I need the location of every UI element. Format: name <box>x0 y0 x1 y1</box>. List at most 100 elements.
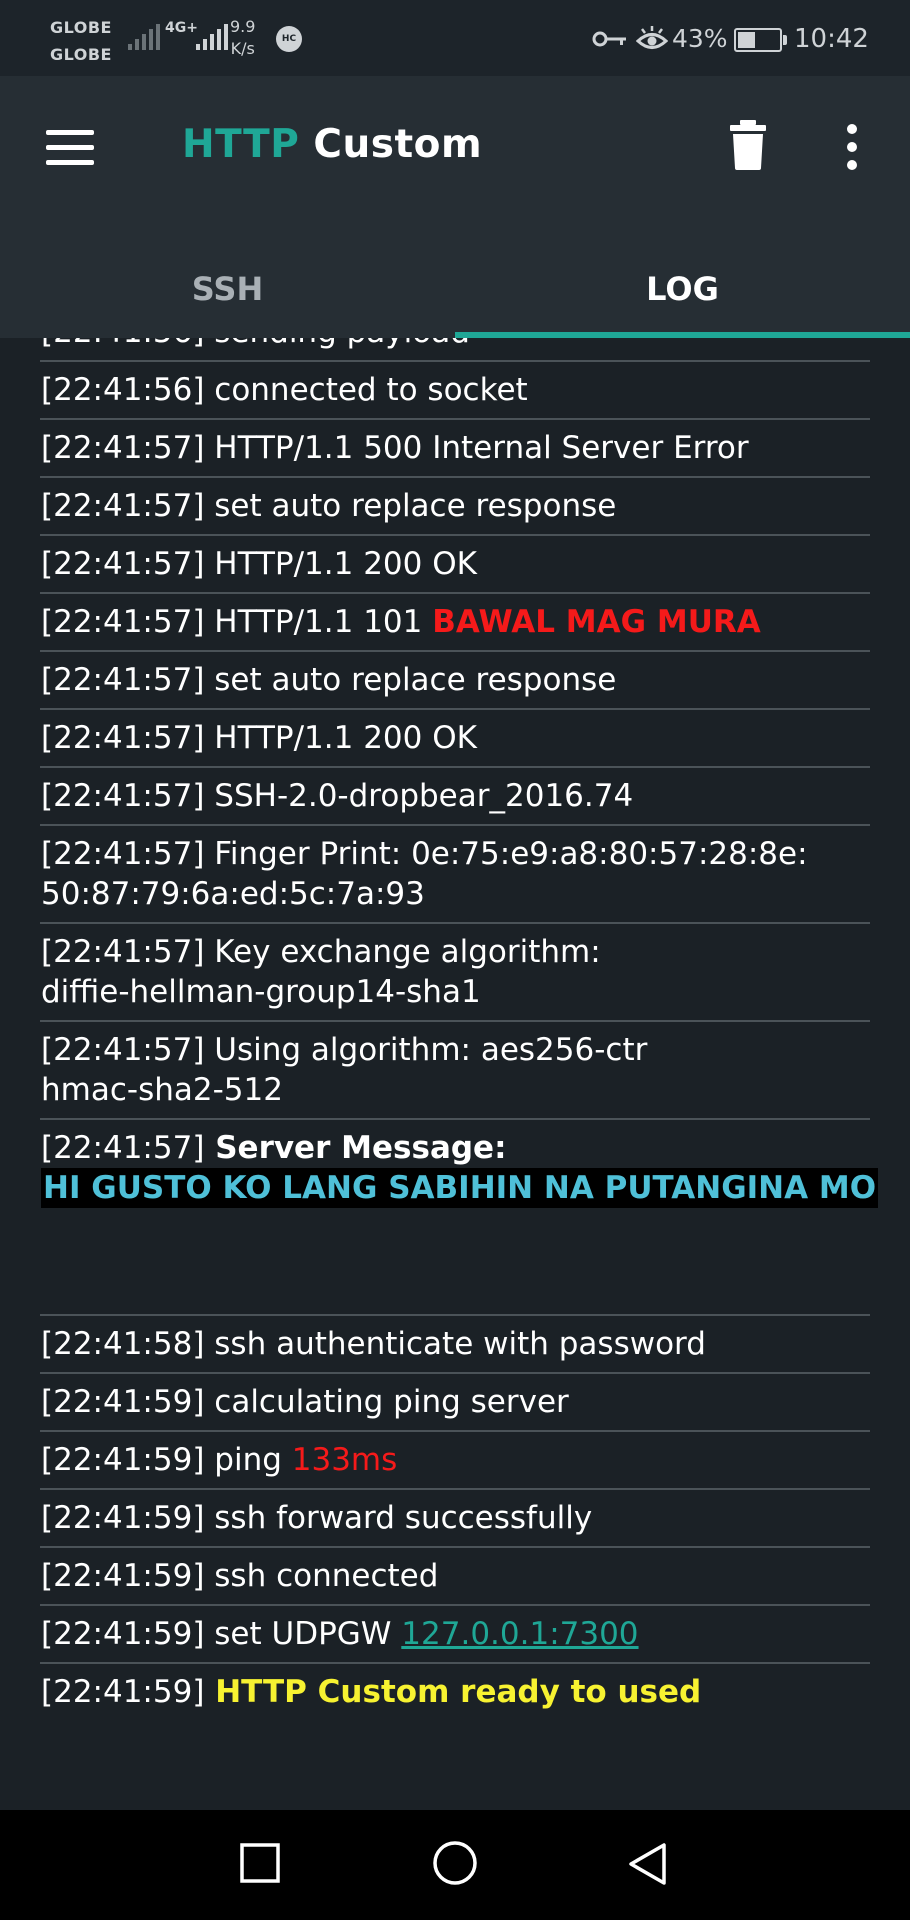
tab-log[interactable]: LOG <box>455 244 910 338</box>
log-entry: [22:41:57] Finger Print: 0e:75:e9:a8:80:… <box>40 826 870 924</box>
tab-ssh[interactable]: SSH <box>0 244 455 338</box>
signal-2-icon <box>196 22 228 50</box>
log-entry: [22:41:59] ssh connected <box>40 1548 870 1606</box>
log-entry: [22:41:57] Key exchange algorithm: diffie… <box>40 924 870 1022</box>
log-text: ping <box>204 1442 292 1478</box>
app-notification-icon: HC <box>276 26 302 52</box>
log-text: ssh forward successfully <box>204 1500 593 1536</box>
log-text: set auto replace response <box>204 488 617 524</box>
log-text-line2: diffie-hellman-group14-sha1 <box>41 974 481 1010</box>
log-entry: [22:41:59] set UDPGW 127.0.0.1:7300 <box>40 1606 870 1664</box>
log-time: [22:41:57] <box>41 430 205 466</box>
system-nav-bar <box>0 1810 910 1920</box>
trash-icon[interactable] <box>728 120 768 170</box>
log-text: HTTP/1.1 101 <box>204 604 433 640</box>
log-text: connected to socket <box>204 372 528 408</box>
app-bar: HTTP Custom SSH LOG <box>0 76 910 338</box>
log-time: [22:41:57] <box>41 604 205 640</box>
log-entry: [22:41:57] HTTP/1.1 200 OK <box>40 710 870 768</box>
ready-message: HTTP Custom ready to used <box>204 1674 702 1710</box>
status-clock: 10:42 <box>794 24 869 54</box>
log-time: [22:41:59] <box>41 1500 205 1536</box>
log-text: Finger Print: 0e:75:e9:a8:80:57:28:8e: <box>204 836 808 872</box>
log-entry: [22:41:57] set auto replace response <box>40 652 870 710</box>
log-entry: [22:41:58] ssh authenticate with passwor… <box>40 1316 870 1374</box>
ping-value: 133ms <box>291 1442 398 1478</box>
log-entry: [22:41:57] HTTP/1.1 101 BAWAL MAG MURA <box>40 594 870 652</box>
log-time: [22:41:57] <box>41 836 205 872</box>
eye-icon <box>636 26 668 49</box>
log-scroll-area[interactable]: [22:41:56] sending payload [22:41:56] co… <box>0 338 910 1810</box>
log-time: [22:41:56] <box>41 372 205 408</box>
log-entry-ready: [22:41:59] HTTP Custom ready to used <box>40 1664 870 1720</box>
log-text-line2: 50:87:79:6a:ed:5c:7a:93 <box>41 876 425 912</box>
log-entry: [22:41:57] set auto replace response <box>40 478 870 536</box>
log-entry-partial: [22:41:56] sending payload <box>40 338 870 362</box>
log-text: Key exchange algorithm: <box>204 934 601 970</box>
log-time: [22:41:59] <box>41 1558 205 1594</box>
log-text: HTTP/1.1 200 OK <box>204 720 477 756</box>
log-highlight-red: BAWAL MAG MURA <box>432 604 761 640</box>
log-partial-text: [22:41:56] sending payload <box>41 338 470 350</box>
log-time: [22:41:57] <box>41 546 205 582</box>
speed-unit: K/s <box>230 39 255 58</box>
tab-bar: SSH LOG <box>0 244 910 338</box>
log-text: HTTP/1.1 200 OK <box>204 546 477 582</box>
log-text-line2: hmac-sha2-512 <box>41 1072 283 1108</box>
status-bar: GLOBE GLOBE 4G+ 9.9 K/s HC 43% 10:42 <box>0 0 910 76</box>
speed-value: 9.9 <box>230 17 256 36</box>
carrier-1: GLOBE <box>50 18 112 37</box>
log-text: SSH-2.0-dropbear_2016.74 <box>204 778 634 814</box>
log-entry: [22:41:56] connected to socket <box>40 362 870 420</box>
log-spacer <box>41 1208 870 1306</box>
log-entry: [22:41:57] SSH-2.0-dropbear_2016.74 <box>40 768 870 826</box>
menu-icon[interactable] <box>46 130 96 166</box>
log-list: [22:41:56] sending payload [22:41:56] co… <box>40 338 879 1720</box>
carrier-labels: GLOBE GLOBE <box>50 14 112 68</box>
nav-home-icon[interactable] <box>432 1840 478 1886</box>
server-message-text: HI GUSTO KO LANG SABIHIN NA PUTANGINA MO <box>41 1168 879 1208</box>
more-vert-icon[interactable] <box>846 124 858 170</box>
log-text: Using algorithm: aes256-ctr <box>204 1032 648 1068</box>
log-time: [22:41:57] <box>41 778 205 814</box>
nav-back-icon[interactable] <box>626 1842 670 1886</box>
log-text: ssh connected <box>204 1558 439 1594</box>
server-message-label: Server Message: <box>204 1130 507 1166</box>
app-title-rest: Custom <box>299 122 483 167</box>
signal-1-icon <box>128 22 160 50</box>
log-entry: [22:41:59] ssh forward successfully <box>40 1490 870 1548</box>
log-text: ssh authenticate with password <box>204 1326 706 1362</box>
log-text: set UDPGW <box>204 1616 402 1652</box>
log-entry: [22:41:59] calculating ping server <box>40 1374 870 1432</box>
log-time: [22:41:59] <box>41 1384 205 1420</box>
log-time: [22:41:58] <box>41 1326 205 1362</box>
log-entry: [22:41:59] ping 133ms <box>40 1432 870 1490</box>
log-time: [22:41:59] <box>41 1442 205 1478</box>
log-time: [22:41:57] <box>41 1130 205 1166</box>
log-entry: [22:41:57] Using algorithm: aes256-ctr hm… <box>40 1022 870 1120</box>
log-time: [22:41:57] <box>41 1032 205 1068</box>
log-entry-server-message: [22:41:57] Server Message: HI GUSTO KO L… <box>40 1120 879 1316</box>
log-text: HTTP/1.1 500 Internal Server Error <box>204 430 749 466</box>
carrier-2: GLOBE <box>50 45 112 64</box>
log-time: [22:41:57] <box>41 720 205 756</box>
log-time: [22:41:57] <box>41 934 205 970</box>
log-text: calculating ping server <box>204 1384 569 1420</box>
log-time: [22:41:57] <box>41 488 205 524</box>
network-speed: 9.9 K/s <box>230 16 255 60</box>
log-text: set auto replace response <box>204 662 617 698</box>
battery-level <box>738 32 756 48</box>
log-entry: [22:41:57] HTTP/1.1 200 OK <box>40 536 870 594</box>
network-type-label: 4G+ <box>165 20 198 36</box>
log-time: [22:41:57] <box>41 662 205 698</box>
log-entry: [22:41:57] HTTP/1.1 500 Internal Server … <box>40 420 870 478</box>
battery-icon <box>734 28 787 52</box>
log-time: [22:41:59] <box>41 1674 205 1710</box>
udpgw-link[interactable]: 127.0.0.1:7300 <box>401 1616 638 1652</box>
key-icon <box>592 31 626 47</box>
battery-percent: 43% <box>672 24 728 53</box>
app-title: HTTP Custom <box>182 122 482 167</box>
log-time: [22:41:59] <box>41 1616 205 1652</box>
nav-recent-icon[interactable] <box>240 1843 280 1883</box>
app-title-accent: HTTP <box>182 122 300 167</box>
